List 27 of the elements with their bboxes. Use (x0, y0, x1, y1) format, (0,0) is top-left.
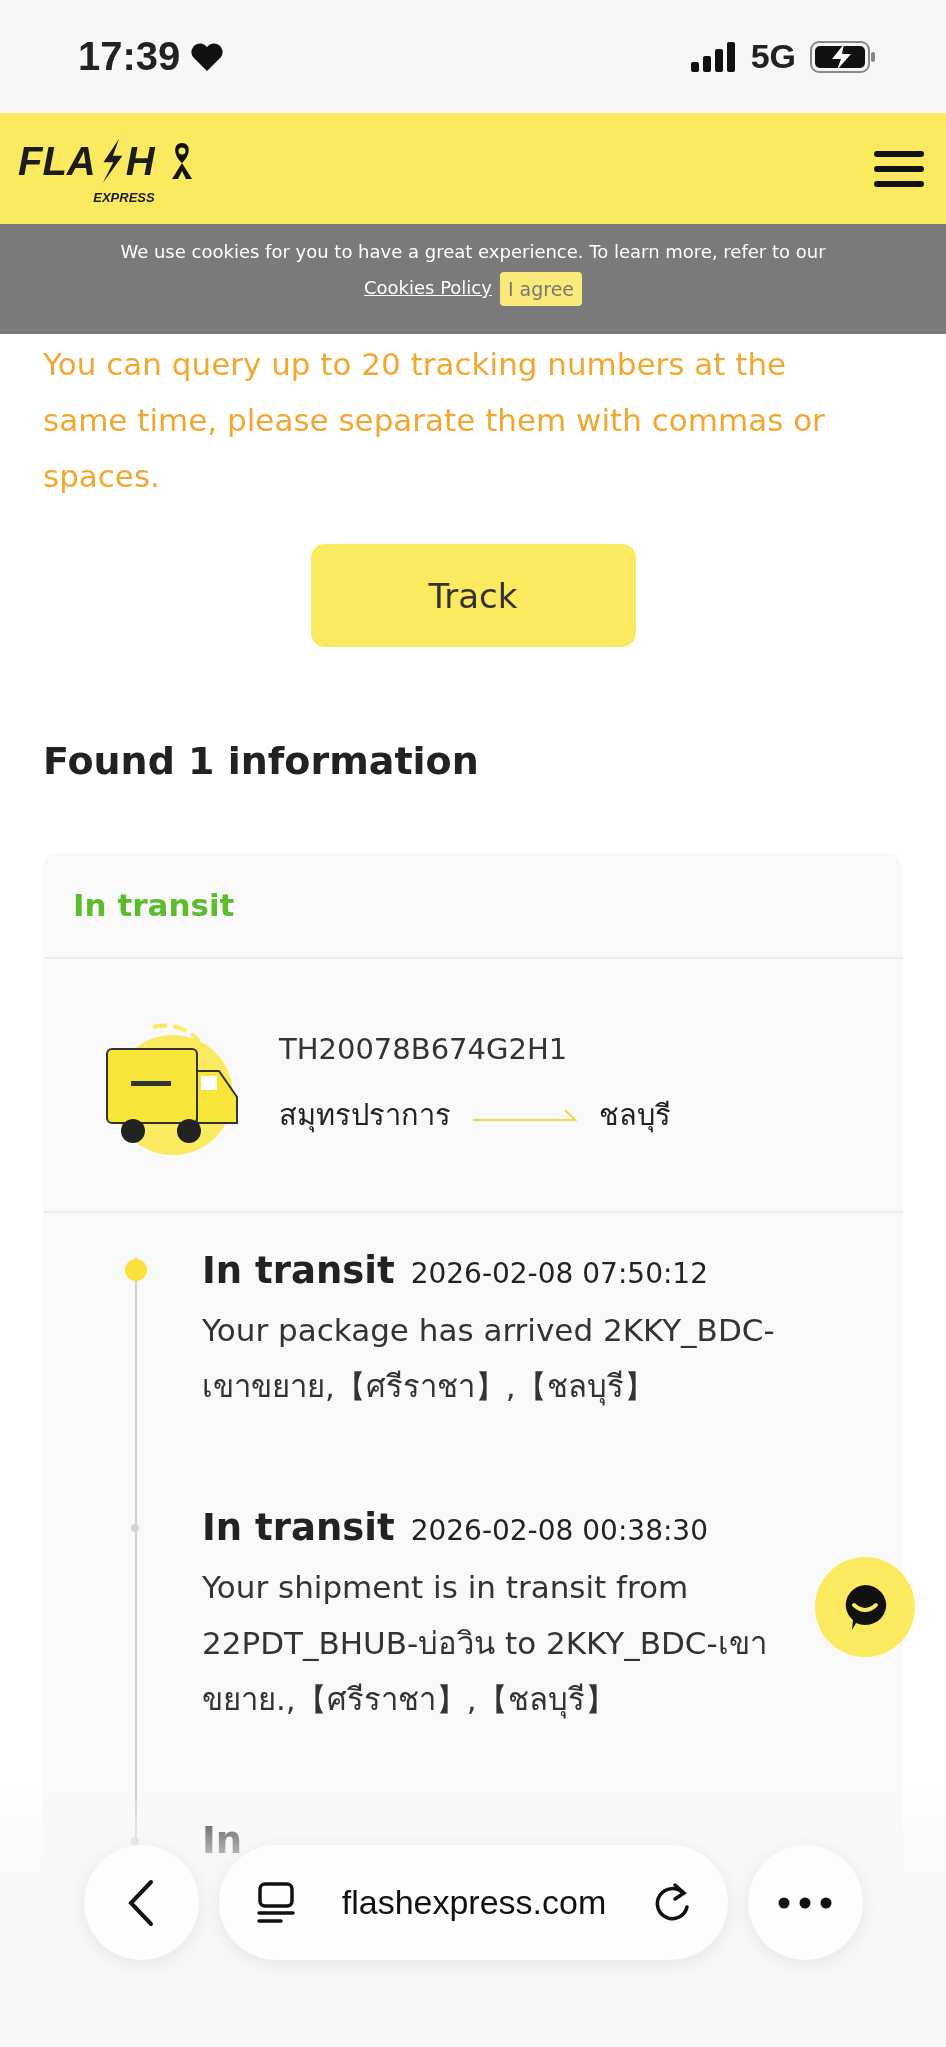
status-time: 17:39 (78, 34, 181, 79)
url-text: flashexpress.com (341, 1883, 607, 1922)
cookie-text: We use cookies for you to have a great experience. To learn more, refer to our (120, 241, 826, 262)
agree-button[interactable]: I agree (499, 272, 583, 306)
brand-logo[interactable]: FLA H EXPRESS (18, 132, 155, 205)
origin-label: สมุทรปราการ (279, 1097, 451, 1135)
battery-icon (810, 40, 876, 73)
event-description: Your shipment is in transit from 22PDT_BHUB-บ่อวิน to 2KKY_BDC-เขาขยาย.,【ศรีราชา】,【ชลบุรี】 (202, 1568, 768, 1721)
page-icon (256, 1881, 295, 1924)
back-icon (127, 1878, 155, 1927)
tracking-number: TH20078B674G2H1 (279, 1032, 569, 1066)
event-description: Your package has arrived 2KKY_BDC-เขาขยาย,【ศรีราชา】,【ชลบุรี】 (202, 1311, 776, 1408)
heart-icon (190, 41, 225, 72)
menu-icon[interactable] (874, 148, 924, 189)
cookies-policy-link[interactable]: Cookies Policy (363, 277, 492, 298)
signal-icon (690, 41, 737, 72)
tracking-hint: You can query up to 20 tracking numbers at the same time, please separate them with commas or spaces. (43, 345, 826, 496)
destination-label: ชลบุรี (599, 1097, 671, 1135)
event-title: In transit (202, 1506, 395, 1549)
shipment-status: In transit (73, 887, 235, 923)
track-button[interactable]: Track (310, 544, 636, 647)
event-title: In transit (202, 1249, 395, 1292)
network-label: 5G (750, 37, 796, 76)
results-title: Found 1 information (43, 739, 480, 783)
event-time: 2026-02-08 07:50:12 (410, 1257, 708, 1290)
more-icon (778, 1896, 832, 1909)
event-time: 2026-02-08 00:38:30 (410, 1514, 708, 1547)
